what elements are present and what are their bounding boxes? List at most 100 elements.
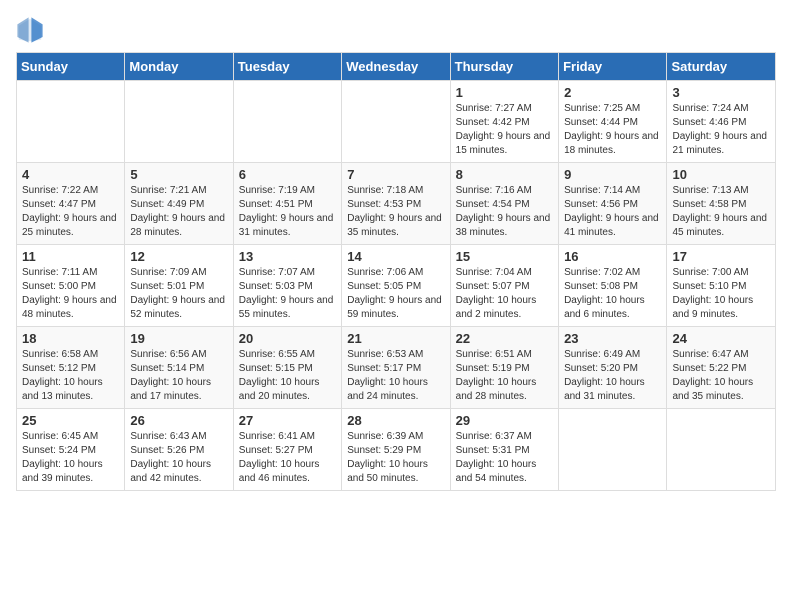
day-header-monday: Monday: [125, 53, 233, 81]
day-number: 4: [22, 167, 119, 182]
day-header-friday: Friday: [559, 53, 667, 81]
day-number: 19: [130, 331, 227, 346]
cell-info: Sunrise: 6:56 AM Sunset: 5:14 PM Dayligh…: [130, 348, 227, 404]
cell-info: Sunrise: 6:49 AM Sunset: 5:20 PM Dayligh…: [564, 348, 661, 404]
cell-info: Sunrise: 7:09 AM Sunset: 5:01 PM Dayligh…: [130, 266, 227, 322]
calendar-cell: [342, 81, 450, 163]
cell-info: Sunrise: 6:53 AM Sunset: 5:17 PM Dayligh…: [347, 348, 444, 404]
day-number: 13: [239, 249, 336, 264]
calendar-cell: [233, 81, 341, 163]
day-number: 17: [672, 249, 770, 264]
day-number: 14: [347, 249, 444, 264]
day-number: 25: [22, 413, 119, 428]
cell-info: Sunrise: 7:25 AM Sunset: 4:44 PM Dayligh…: [564, 102, 661, 158]
cell-info: Sunrise: 7:07 AM Sunset: 5:03 PM Dayligh…: [239, 266, 336, 322]
week-row-5: 25 Sunrise: 6:45 AM Sunset: 5:24 PM Dayli…: [17, 409, 776, 491]
cell-info: Sunrise: 7:24 AM Sunset: 4:46 PM Dayligh…: [672, 102, 770, 158]
cell-info: Sunrise: 6:39 AM Sunset: 5:29 PM Dayligh…: [347, 430, 444, 486]
calendar-cell: 12 Sunrise: 7:09 AM Sunset: 5:01 PM Dayli…: [125, 245, 233, 327]
cell-info: Sunrise: 7:02 AM Sunset: 5:08 PM Dayligh…: [564, 266, 661, 322]
calendar-cell: 6 Sunrise: 7:19 AM Sunset: 4:51 PM Daylig…: [233, 163, 341, 245]
calendar-cell: [17, 81, 125, 163]
calendar-cell: 28 Sunrise: 6:39 AM Sunset: 5:29 PM Dayli…: [342, 409, 450, 491]
cell-info: Sunrise: 6:51 AM Sunset: 5:19 PM Dayligh…: [456, 348, 553, 404]
cell-info: Sunrise: 7:27 AM Sunset: 4:42 PM Dayligh…: [456, 102, 553, 158]
week-row-1: 1 Sunrise: 7:27 AM Sunset: 4:42 PM Daylig…: [17, 81, 776, 163]
day-number: 9: [564, 167, 661, 182]
cell-info: Sunrise: 7:19 AM Sunset: 4:51 PM Dayligh…: [239, 184, 336, 240]
calendar-cell: 2 Sunrise: 7:25 AM Sunset: 4:44 PM Daylig…: [559, 81, 667, 163]
calendar-cell: [559, 409, 667, 491]
calendar-cell: 21 Sunrise: 6:53 AM Sunset: 5:17 PM Dayli…: [342, 327, 450, 409]
calendar-cell: 20 Sunrise: 6:55 AM Sunset: 5:15 PM Dayli…: [233, 327, 341, 409]
day-number: 11: [22, 249, 119, 264]
calendar-cell: 25 Sunrise: 6:45 AM Sunset: 5:24 PM Dayli…: [17, 409, 125, 491]
cell-info: Sunrise: 7:00 AM Sunset: 5:10 PM Dayligh…: [672, 266, 770, 322]
week-row-4: 18Sunrise: 6:58 AM Sunset: 5:12 PM Dayli…: [17, 327, 776, 409]
day-number: 1: [456, 85, 553, 100]
calendar-cell: 8Sunrise: 7:16 AM Sunset: 4:54 PM Daylig…: [450, 163, 558, 245]
cell-info: Sunrise: 7:16 AM Sunset: 4:54 PM Dayligh…: [456, 184, 553, 240]
day-number: 29: [456, 413, 553, 428]
calendar-cell: 11 Sunrise: 7:11 AM Sunset: 5:00 PM Dayli…: [17, 245, 125, 327]
cell-info: Sunrise: 7:11 AM Sunset: 5:00 PM Dayligh…: [22, 266, 119, 322]
cell-info: Sunrise: 6:45 AM Sunset: 5:24 PM Dayligh…: [22, 430, 119, 486]
calendar-cell: 26 Sunrise: 6:43 AM Sunset: 5:26 PM Dayli…: [125, 409, 233, 491]
day-number: 20: [239, 331, 336, 346]
cell-info: Sunrise: 6:37 AM Sunset: 5:31 PM Dayligh…: [456, 430, 553, 486]
calendar-cell: 3 Sunrise: 7:24 AM Sunset: 4:46 PM Daylig…: [667, 81, 776, 163]
day-header-tuesday: Tuesday: [233, 53, 341, 81]
days-of-week-row: SundayMondayTuesdayWednesdayThursdayFrid…: [17, 53, 776, 81]
calendar-header: SundayMondayTuesdayWednesdayThursdayFrid…: [17, 53, 776, 81]
calendar-cell: 1 Sunrise: 7:27 AM Sunset: 4:42 PM Daylig…: [450, 81, 558, 163]
calendar-cell: 14 Sunrise: 7:06 AM Sunset: 5:05 PM Dayli…: [342, 245, 450, 327]
cell-info: Sunrise: 6:43 AM Sunset: 5:26 PM Dayligh…: [130, 430, 227, 486]
calendar-table: SundayMondayTuesdayWednesdayThursdayFrid…: [16, 52, 776, 491]
day-number: 3: [672, 85, 770, 100]
header: [16, 16, 776, 44]
week-row-3: 11 Sunrise: 7:11 AM Sunset: 5:00 PM Dayli…: [17, 245, 776, 327]
day-number: 10: [672, 167, 770, 182]
day-number: 12: [130, 249, 227, 264]
cell-info: Sunrise: 7:22 AM Sunset: 4:47 PM Dayligh…: [22, 184, 119, 240]
calendar-cell: 15 Sunrise: 7:04 AM Sunset: 5:07 PM Dayli…: [450, 245, 558, 327]
cell-info: Sunrise: 6:47 AM Sunset: 5:22 PM Dayligh…: [672, 348, 770, 404]
day-number: 27: [239, 413, 336, 428]
cell-info: Sunrise: 7:18 AM Sunset: 4:53 PM Dayligh…: [347, 184, 444, 240]
day-number: 2: [564, 85, 661, 100]
calendar-cell: 27 Sunrise: 6:41 AM Sunset: 5:27 PM Dayli…: [233, 409, 341, 491]
day-number: 26: [130, 413, 227, 428]
week-row-2: 4 Sunrise: 7:22 AM Sunset: 4:47 PM Daylig…: [17, 163, 776, 245]
day-number: 7: [347, 167, 444, 182]
calendar-cell: [667, 409, 776, 491]
calendar-cell: 22 Sunrise: 6:51 AM Sunset: 5:19 PM Dayli…: [450, 327, 558, 409]
day-number: 6: [239, 167, 336, 182]
day-number: 24: [672, 331, 770, 346]
day-number: 28: [347, 413, 444, 428]
day-number: 16: [564, 249, 661, 264]
calendar-cell: 16 Sunrise: 7:02 AM Sunset: 5:08 PM Dayli…: [559, 245, 667, 327]
cell-info: Sunrise: 7:04 AM Sunset: 5:07 PM Dayligh…: [456, 266, 553, 322]
day-number: 5: [130, 167, 227, 182]
logo-icon: [16, 16, 44, 44]
calendar-cell: 7 Sunrise: 7:18 AM Sunset: 4:53 PM Daylig…: [342, 163, 450, 245]
day-number: 22: [456, 331, 553, 346]
calendar-cell: 10 Sunrise: 7:13 AM Sunset: 4:58 PM Dayli…: [667, 163, 776, 245]
calendar-cell: 24 Sunrise: 6:47 AM Sunset: 5:22 PM Dayli…: [667, 327, 776, 409]
calendar-cell: 13 Sunrise: 7:07 AM Sunset: 5:03 PM Dayli…: [233, 245, 341, 327]
cell-info: Sunrise: 7:21 AM Sunset: 4:49 PM Dayligh…: [130, 184, 227, 240]
calendar-body: 1 Sunrise: 7:27 AM Sunset: 4:42 PM Daylig…: [17, 81, 776, 491]
cell-info: Sunrise: 7:06 AM Sunset: 5:05 PM Dayligh…: [347, 266, 444, 322]
day-number: 15: [456, 249, 553, 264]
calendar-cell: 23Sunrise: 6:49 AM Sunset: 5:20 PM Dayli…: [559, 327, 667, 409]
cell-info: Sunrise: 6:41 AM Sunset: 5:27 PM Dayligh…: [239, 430, 336, 486]
logo: [16, 16, 48, 44]
cell-info: Sunrise: 7:13 AM Sunset: 4:58 PM Dayligh…: [672, 184, 770, 240]
calendar-cell: 18Sunrise: 6:58 AM Sunset: 5:12 PM Dayli…: [17, 327, 125, 409]
calendar-cell: 29 Sunrise: 6:37 AM Sunset: 5:31 PM Dayli…: [450, 409, 558, 491]
calendar-cell: [125, 81, 233, 163]
day-number: 21: [347, 331, 444, 346]
calendar-cell: 5 Sunrise: 7:21 AM Sunset: 4:49 PM Daylig…: [125, 163, 233, 245]
day-header-wednesday: Wednesday: [342, 53, 450, 81]
cell-info: Sunrise: 6:55 AM Sunset: 5:15 PM Dayligh…: [239, 348, 336, 404]
